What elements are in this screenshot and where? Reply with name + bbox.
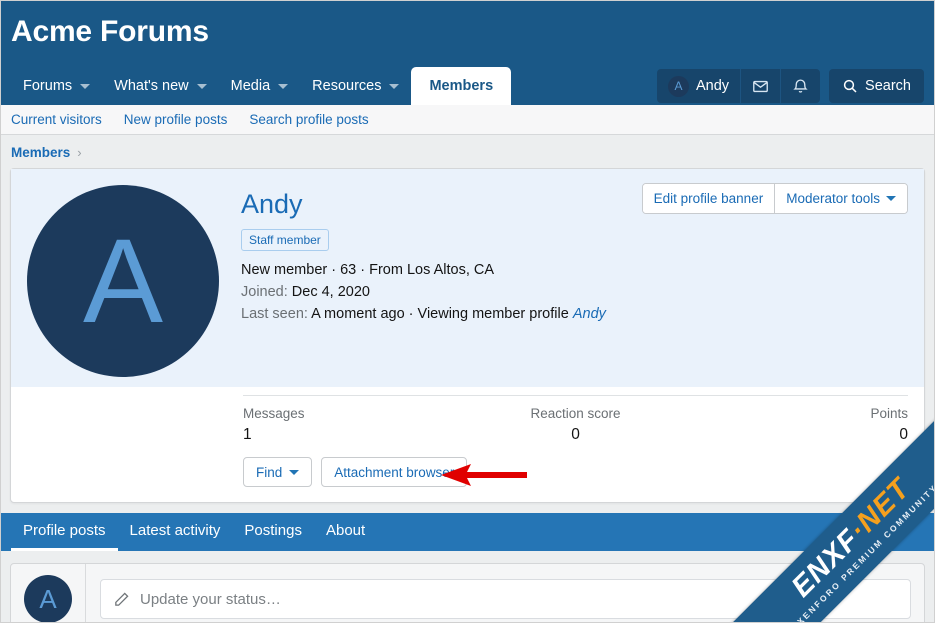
tab-latest-activity[interactable]: Latest activity [118, 513, 233, 551]
chevron-down-icon [289, 470, 299, 475]
profile-avatar[interactable]: A [27, 185, 219, 377]
tab-label: Profile posts [23, 522, 106, 539]
visitor-username: Andy [696, 78, 729, 94]
stat-value: 1 [243, 426, 465, 444]
profile-last-seen-line: Last seen: A moment ago · Viewing member… [241, 306, 908, 322]
stat-reaction-score: Reaction score 0 [465, 406, 687, 444]
profile-stats: Messages 1 Reaction score 0 Points 0 [243, 395, 908, 444]
stat-value: 0 [465, 426, 687, 444]
nav-item-forums[interactable]: Forums [11, 67, 102, 105]
site-header: Acme Forums Forums What's new Media Reso… [1, 1, 934, 105]
chevron-down-icon [80, 84, 90, 89]
profile-button-row: Find Attachment browser [243, 457, 908, 489]
stat-label: Reaction score [465, 406, 687, 421]
moderator-tools-label: Moderator tools [786, 191, 880, 206]
visitor-account-button[interactable]: A Andy [657, 69, 740, 103]
search-icon [842, 78, 858, 94]
tab-about[interactable]: About [314, 513, 377, 551]
secondary-navigation: Current visitors New profile posts Searc… [1, 105, 934, 135]
profile-joined-line: Joined: Dec 4, 2020 [241, 284, 908, 300]
profile-tabs: Profile posts Latest activity Postings A… [1, 513, 934, 551]
chevron-down-icon [886, 196, 896, 201]
breadcrumb: Members › [1, 135, 934, 168]
attachment-browser-label: Attachment browser [334, 465, 454, 480]
status-composer: A Update your status… [10, 563, 925, 623]
last-seen-label: Last seen: [241, 306, 308, 322]
pencil-icon [113, 591, 130, 608]
tab-label: About [326, 522, 365, 539]
search-button[interactable]: Search [829, 69, 924, 103]
stat-value: 0 [686, 426, 908, 444]
nav-item-media[interactable]: Media [219, 67, 301, 105]
tab-label: Postings [244, 522, 302, 539]
breadcrumb-item-members[interactable]: Members [11, 145, 70, 160]
nav-item-label: Forums [23, 78, 72, 94]
divider [85, 564, 86, 623]
chevron-down-icon [197, 84, 207, 89]
search-label: Search [865, 78, 911, 94]
tab-label: Latest activity [130, 522, 221, 539]
profile-meta-line: New member · 63 · From Los Altos, CA [241, 262, 908, 278]
profile-action-group: Edit profile banner Moderator tools [642, 183, 908, 214]
chevron-right-icon: › [77, 145, 81, 160]
stat-label: Points [686, 406, 908, 421]
nav-item-label: What's new [114, 78, 189, 94]
joined-value: Dec 4, 2020 [292, 284, 370, 300]
nav-item-whats-new[interactable]: What's new [102, 67, 219, 105]
composer-avatar: A [24, 575, 72, 623]
last-seen-value: A moment ago · Viewing member profile [311, 306, 569, 322]
chevron-down-icon [389, 84, 399, 89]
visitor-menu: A Andy [657, 69, 820, 103]
bell-icon [792, 78, 809, 95]
status-input-placeholder: Update your status… [140, 591, 281, 608]
nav-item-resources[interactable]: Resources [300, 67, 411, 105]
subnav-item-new-profile-posts[interactable]: New profile posts [124, 112, 228, 127]
moderator-tools-button[interactable]: Moderator tools [774, 184, 907, 213]
nav-item-label: Resources [312, 78, 381, 94]
primary-navigation: Forums What's new Media Resources Member… [1, 65, 934, 105]
edit-profile-banner-button[interactable]: Edit profile banner [643, 184, 775, 213]
edit-profile-banner-label: Edit profile banner [654, 191, 764, 206]
subnav-item-current-visitors[interactable]: Current visitors [11, 112, 102, 127]
status-input[interactable]: Update your status… [100, 579, 911, 619]
joined-label: Joined: [241, 284, 288, 300]
avatar: A [668, 76, 689, 97]
find-button[interactable]: Find [243, 457, 312, 487]
nav-item-label: Media [231, 78, 271, 94]
site-title: Acme Forums [1, 15, 934, 65]
browser-page: Acme Forums Forums What's new Media Reso… [0, 0, 935, 623]
envelope-icon [752, 78, 769, 95]
profile-card: A Andy Staff member New member · 63 · Fr… [10, 168, 925, 503]
inbox-button[interactable] [740, 69, 780, 103]
profile-header: A Andy Staff member New member · 63 · Fr… [11, 169, 924, 387]
staff-badge: Staff member [241, 229, 329, 251]
stat-label: Messages [243, 406, 465, 421]
nav-item-label: Members [429, 78, 493, 94]
alerts-button[interactable] [780, 69, 820, 103]
tab-profile-posts[interactable]: Profile posts [11, 513, 118, 551]
last-seen-link[interactable]: Andy [573, 306, 606, 322]
chevron-down-icon [278, 84, 288, 89]
annotation-arrow-icon [441, 464, 527, 486]
stat-points: Points 0 [686, 406, 908, 444]
subnav-item-search-profile-posts[interactable]: Search profile posts [249, 112, 368, 127]
nav-right-group: A Andy [657, 69, 924, 103]
tab-postings[interactable]: Postings [232, 513, 314, 551]
nav-item-members[interactable]: Members [411, 67, 511, 105]
find-label: Find [256, 465, 282, 480]
stat-messages: Messages 1 [243, 406, 465, 444]
